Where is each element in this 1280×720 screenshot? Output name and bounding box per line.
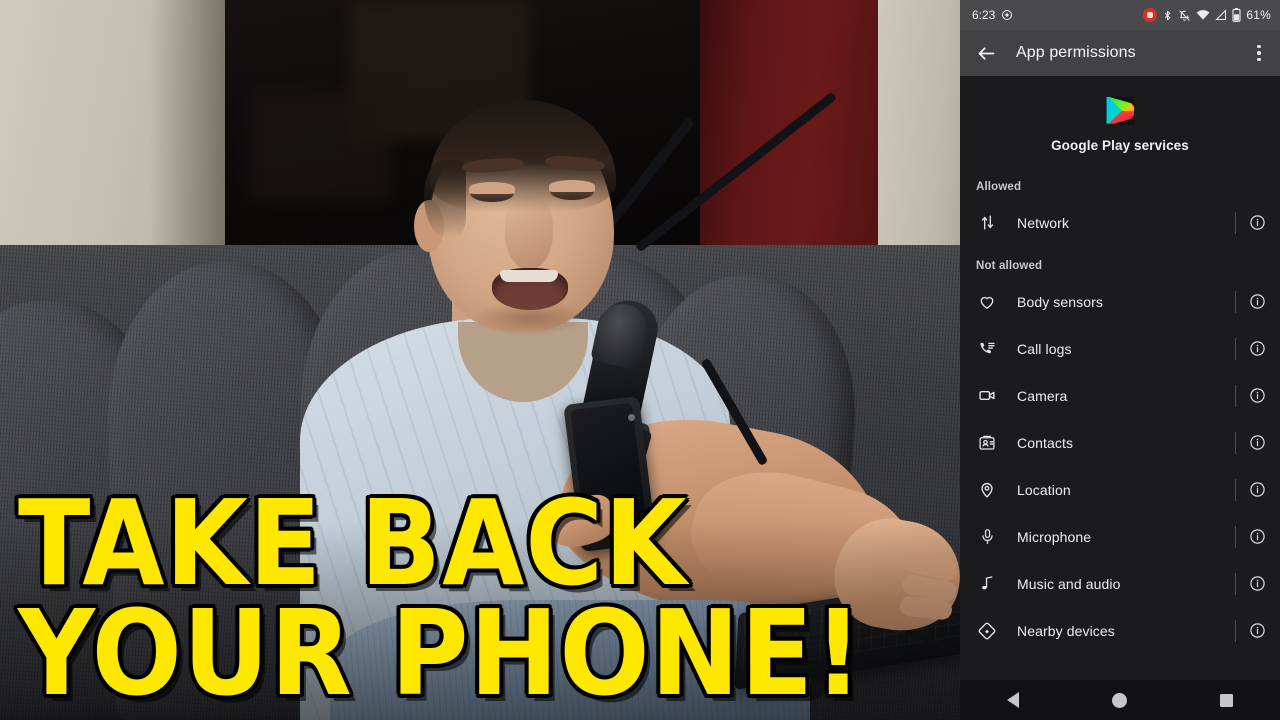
screen-record-icon (1143, 8, 1158, 22)
permission-row-microphone[interactable]: Microphone (960, 513, 1280, 560)
permission-label: Call logs (1017, 340, 1072, 357)
row-divider (1235, 572, 1236, 595)
permission-row-contacts[interactable]: Contacts (960, 419, 1280, 466)
row-divider (1235, 478, 1236, 501)
row-divider (1235, 384, 1236, 407)
permission-label: Camera (1017, 387, 1068, 404)
permission-row-network[interactable]: Network (960, 199, 1280, 246)
info-icon[interactable] (1248, 574, 1267, 593)
person-eyelid (469, 182, 515, 194)
nav-recents-icon[interactable] (1202, 680, 1252, 720)
battery-percent-label: 61% (1246, 8, 1271, 22)
status-bar-right: 61% (1143, 8, 1271, 22)
row-divider (1235, 525, 1236, 548)
camera-icon (976, 385, 998, 407)
row-divider (1235, 337, 1236, 360)
permission-row-location[interactable]: Location (960, 466, 1280, 513)
music-audio-icon (976, 573, 998, 595)
person-chin-shadow (470, 300, 590, 336)
video-thumbnail-photo: TAKE BACK YOUR PHONE! (0, 0, 960, 720)
permission-label: Nearby devices (1017, 622, 1115, 639)
permission-row-music-and-audio[interactable]: Music and audio (960, 560, 1280, 607)
permission-row-call-logs[interactable]: Call logs (960, 325, 1280, 372)
bluetooth-icon (1162, 9, 1173, 22)
row-divider (1235, 431, 1236, 454)
app-header: Google Play services (960, 76, 1280, 167)
nav-back-icon[interactable] (988, 680, 1038, 720)
permission-label: Body sensors (1017, 293, 1104, 310)
info-icon[interactable] (1248, 386, 1267, 405)
status-bar: 6:23 61% (960, 0, 1280, 30)
person-nose (505, 196, 553, 270)
info-icon[interactable] (1248, 339, 1267, 358)
wifi-icon (1196, 9, 1210, 21)
overflow-menu-icon[interactable] (1246, 38, 1272, 68)
permission-row-camera[interactable]: Camera (960, 372, 1280, 419)
google-play-services-icon (1105, 96, 1135, 126)
screenshot-root: TAKE BACK YOUR PHONE! 6:23 61% App permi… (0, 0, 1280, 720)
permission-label: Music and audio (1017, 575, 1121, 592)
info-icon[interactable] (1248, 480, 1267, 499)
nav-home-icon[interactable] (1095, 680, 1145, 720)
info-icon[interactable] (1248, 621, 1267, 640)
group-label-allowed: Allowed (976, 181, 1022, 193)
permission-label: Contacts (1017, 434, 1074, 451)
android-phone-screen: 6:23 61% App permissions Google Play ser… (960, 0, 1280, 720)
row-divider (1235, 619, 1236, 642)
info-icon[interactable] (1248, 213, 1267, 232)
app-bar: App permissions (960, 30, 1280, 76)
person-teeth (500, 270, 558, 282)
status-bar-time: 6:23 (972, 8, 996, 22)
doorway-interior-2 (250, 90, 390, 200)
mobile-signal-icon (1215, 9, 1227, 21)
location-active-icon (1001, 9, 1013, 21)
person-eyelid (549, 180, 595, 192)
battery-icon (1232, 8, 1241, 22)
notifications-muted-icon (1178, 9, 1191, 22)
nearby-devices-icon (976, 620, 998, 642)
network-icon (976, 212, 998, 234)
app-name-label: Google Play services (1051, 138, 1189, 153)
location-icon (976, 479, 998, 501)
row-divider (1235, 290, 1236, 313)
permissions-list[interactable]: Allowed Network Not allowed Body sensors… (960, 167, 1280, 654)
body-sensors-icon (976, 291, 998, 313)
permission-label: Location (1017, 481, 1071, 498)
back-arrow-icon[interactable] (972, 39, 1000, 67)
android-navigation-bar (960, 680, 1280, 720)
permission-row-body-sensors[interactable]: Body sensors (960, 278, 1280, 325)
contacts-icon (976, 432, 998, 454)
row-divider (1235, 211, 1236, 234)
status-bar-left: 6:23 (972, 8, 1013, 22)
group-label-not-allowed: Not allowed (976, 260, 1043, 272)
couch-bottom-shadow (0, 520, 960, 720)
info-icon[interactable] (1248, 527, 1267, 546)
info-icon[interactable] (1248, 433, 1267, 452)
call-logs-icon (976, 338, 998, 360)
permission-label: Microphone (1017, 528, 1092, 545)
permission-label: Network (1017, 214, 1070, 231)
info-icon[interactable] (1248, 292, 1267, 311)
page-title: App permissions (1016, 44, 1136, 61)
person-hair-sideburn (424, 160, 466, 238)
microphone-icon (976, 526, 998, 548)
permission-row-nearby-devices[interactable]: Nearby devices (960, 607, 1280, 654)
